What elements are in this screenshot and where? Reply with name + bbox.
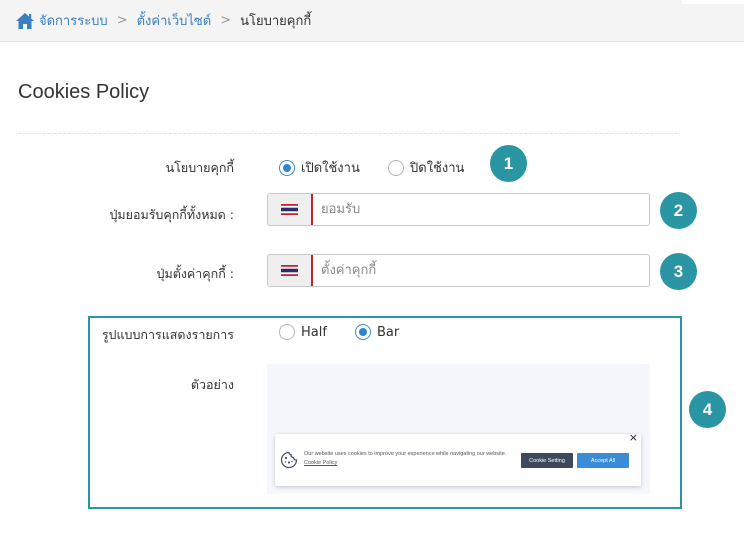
policy-enable-radio[interactable]: เปิดใช้งาน <box>279 157 360 178</box>
accept-all-input-group <box>267 193 650 226</box>
policy-enable-label: เปิดใช้งาน <box>301 161 360 176</box>
accept-all-input[interactable] <box>313 194 649 225</box>
settings-button-input-group <box>267 254 650 287</box>
breadcrumb-separator: > <box>220 13 232 28</box>
accept-all-label: ปุ่มยอมรับคุกกี้ทั้งหมด : <box>109 207 234 222</box>
cookie-policy-link[interactable]: Cookie Policy <box>304 460 337 466</box>
display-bar-label: Bar <box>377 324 400 340</box>
breadcrumb-item-website-settings[interactable]: ตั้งค่าเว็บไซต์ <box>137 10 212 31</box>
display-bar-radio[interactable]: Bar <box>355 324 399 340</box>
radio-checked[interactable] <box>355 324 371 340</box>
thai-flag-icon <box>281 204 298 215</box>
home-icon[interactable] <box>15 12 35 30</box>
language-flag-addon[interactable] <box>268 255 313 286</box>
topbar-corner <box>682 0 744 4</box>
page-title: Cookies Policy <box>18 81 150 103</box>
callout-badge-1: 1 <box>490 145 527 182</box>
accept-all-button[interactable]: Accept All <box>577 453 629 468</box>
display-half-radio[interactable]: Half <box>279 324 327 340</box>
language-flag-addon[interactable] <box>268 194 313 225</box>
settings-button-input[interactable] <box>313 255 649 286</box>
cookie-preview: Our website uses cookies to improve your… <box>267 364 650 494</box>
cookie-bar-message-text: Our website uses cookies to improve your… <box>304 451 507 457</box>
radio-checked[interactable] <box>279 159 295 176</box>
callout-badge-4: 4 <box>689 391 726 428</box>
cookie-bar-message: Our website uses cookies to improve your… <box>304 450 509 468</box>
policy-label: นโยบายคุกกี้ <box>165 160 234 175</box>
policy-disable-radio[interactable]: ปิดใช้งาน <box>388 157 464 178</box>
cookie-bar-preview: Our website uses cookies to improve your… <box>275 431 641 486</box>
radio-unchecked[interactable] <box>388 159 404 176</box>
cookie-setting-button[interactable]: Cookie Setting <box>521 453 573 468</box>
display-style-label: รูปแบบการแสดงรายการ <box>101 327 234 342</box>
breadcrumb-separator: > <box>116 13 128 28</box>
cookie-icon <box>280 451 298 469</box>
close-icon[interactable]: × <box>629 431 638 444</box>
preview-label: ตัวอย่าง <box>190 377 234 392</box>
callout-badge-2: 2 <box>660 192 697 229</box>
radio-unchecked[interactable] <box>279 324 295 340</box>
breadcrumb-current: นโยบายคุกกี้ <box>240 14 312 29</box>
policy-disable-label: ปิดใช้งาน <box>410 161 465 176</box>
breadcrumb-item-system[interactable]: จัดการระบบ <box>39 10 108 31</box>
settings-button-label: ปุ่มตั้งค่าคุกกี้ : <box>156 266 234 281</box>
title-divider <box>18 133 678 134</box>
callout-badge-3: 3 <box>660 253 697 290</box>
thai-flag-icon <box>281 265 298 276</box>
breadcrumb: จัดการระบบ > ตั้งค่าเว็บไซต์ > นโยบายคุก… <box>15 10 311 31</box>
breadcrumb-bar: จัดการระบบ > ตั้งค่าเว็บไซต์ > นโยบายคุก… <box>0 0 744 42</box>
display-half-label: Half <box>301 324 327 340</box>
